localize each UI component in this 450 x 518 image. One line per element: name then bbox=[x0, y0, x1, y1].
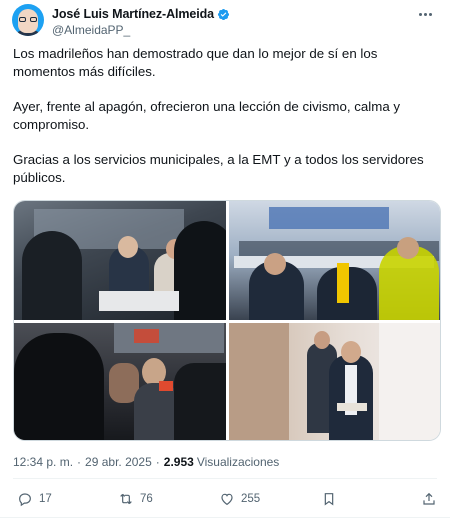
views-label: Visualizaciones bbox=[196, 455, 280, 469]
action-bar: 17 76 255 bbox=[13, 489, 439, 511]
views-count: 2.953 bbox=[163, 455, 194, 469]
photo-meeting-table[interactable] bbox=[229, 201, 440, 320]
bookmark-button[interactable] bbox=[321, 489, 343, 509]
tweet-meta: 12:34 p. m. · 29 abr. 2025 · 2.953 Visua… bbox=[13, 455, 280, 469]
verified-badge-icon bbox=[217, 8, 230, 20]
tweet-card: José Luis Martínez-Almeida @AlmeidaPP_ L… bbox=[0, 0, 450, 518]
bookmark-icon bbox=[324, 493, 334, 506]
tweet-time[interactable]: 12:34 p. m. bbox=[13, 455, 73, 469]
reply-icon bbox=[19, 493, 31, 507]
share-icon bbox=[423, 492, 435, 505]
author-handle[interactable]: @AlmeidaPP_ bbox=[52, 23, 130, 37]
author-name-row: José Luis Martínez-Almeida bbox=[52, 6, 230, 22]
tweet-paragraph: Gracias a los servicios municipales, a l… bbox=[13, 152, 424, 185]
photo-press-crowd[interactable] bbox=[14, 323, 226, 440]
photo-control-room[interactable] bbox=[14, 201, 226, 320]
like-count: 255 bbox=[241, 493, 261, 505]
share-button[interactable] bbox=[421, 489, 443, 509]
heart-icon bbox=[221, 493, 233, 506]
repost-icon bbox=[120, 493, 132, 505]
more-options-icon[interactable] bbox=[416, 6, 434, 22]
tweet-header: José Luis Martínez-Almeida @AlmeidaPP_ bbox=[12, 4, 438, 40]
author-display-name[interactable]: José Luis Martínez-Almeida bbox=[52, 7, 214, 21]
like-button[interactable]: 255 bbox=[219, 489, 260, 509]
tweet-paragraph: Ayer, frente al apagón, ofrecieron una l… bbox=[13, 99, 401, 132]
media-grid bbox=[13, 200, 441, 441]
reply-button[interactable]: 17 bbox=[17, 489, 52, 509]
repost-count: 76 bbox=[140, 493, 153, 505]
reply-count: 17 bbox=[39, 493, 52, 505]
tweet-paragraph: Los madrileños han demostrado que dan lo… bbox=[13, 46, 378, 79]
photo-walking-corridor[interactable] bbox=[229, 323, 440, 440]
tweet-text: Los madrileños han demostrado que dan lo… bbox=[13, 45, 441, 204]
tweet-date[interactable]: 29 abr. 2025 bbox=[85, 455, 152, 469]
avatar[interactable] bbox=[12, 4, 44, 36]
divider bbox=[13, 478, 437, 479]
repost-button[interactable]: 76 bbox=[118, 489, 153, 509]
